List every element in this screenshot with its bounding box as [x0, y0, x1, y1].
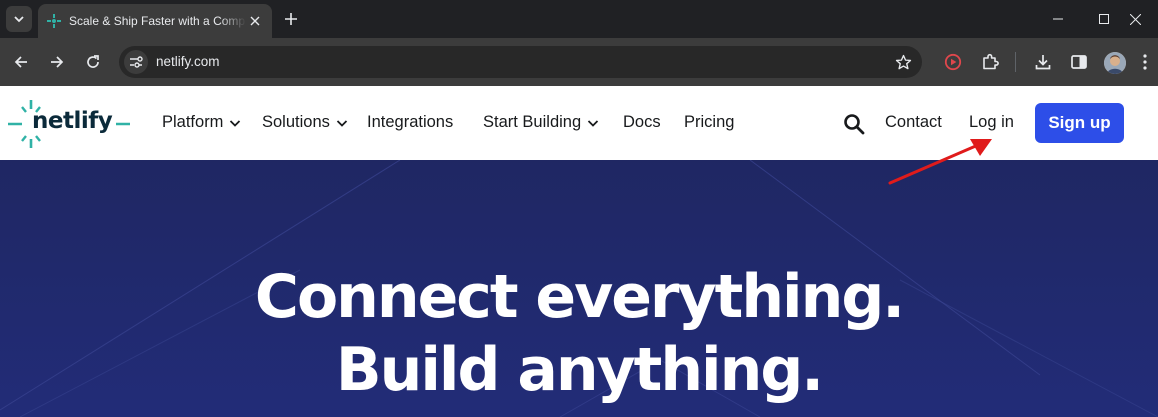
reload-icon	[87, 55, 99, 68]
nav-pricing-label: Pricing	[684, 113, 735, 131]
bookmark-button[interactable]	[892, 51, 914, 73]
site-info-button[interactable]	[124, 50, 148, 74]
extensions-button[interactable]	[976, 48, 1004, 76]
nav-platform-label: Platform	[162, 113, 224, 131]
browser-toolbar: netlify.com	[0, 38, 1158, 86]
chevron-down-icon	[230, 119, 241, 127]
chevron-down-icon	[336, 119, 348, 127]
nav-docs[interactable]: Docs	[623, 113, 661, 132]
bookmark-star-icon	[895, 54, 911, 69]
record-icon	[944, 53, 962, 71]
nav-docs-label: Docs	[623, 113, 661, 131]
login-label: Log in	[969, 113, 1014, 131]
window-close-button[interactable]	[1112, 0, 1158, 38]
netlify-logo[interactable]: netlify	[8, 100, 134, 148]
nav-start-building[interactable]: Start Building	[483, 113, 599, 132]
nav-solutions[interactable]: Solutions	[262, 113, 348, 132]
browser-menu-button[interactable]	[1131, 48, 1158, 76]
side-panel-icon	[1071, 55, 1087, 69]
profile-avatar[interactable]	[1104, 52, 1126, 74]
site-search-button[interactable]	[843, 113, 865, 135]
logo-text: netlify	[32, 108, 113, 134]
window-close-icon	[1129, 13, 1141, 25]
plus-icon	[285, 13, 297, 25]
signup-label: Sign up	[1048, 113, 1111, 132]
address-bar[interactable]: netlify.com	[119, 46, 922, 78]
netlify-favicon-icon	[47, 14, 61, 28]
downloads-button[interactable]	[1029, 48, 1057, 76]
nav-solutions-label: Solutions	[262, 113, 330, 131]
nav-pricing[interactable]: Pricing	[684, 113, 734, 132]
login-link[interactable]: Log in	[969, 113, 1014, 132]
site-navbar: netlify Platform Solutions Integrations …	[0, 86, 1158, 160]
back-icon	[14, 56, 27, 68]
extensions-icon	[983, 53, 999, 70]
menu-icon	[1143, 54, 1147, 70]
new-tab-button[interactable]	[280, 8, 302, 30]
tab-title: Scale & Ship Faster with a Composable We…	[69, 14, 246, 28]
site-info-icon	[130, 56, 143, 68]
tab-close-button[interactable]	[246, 12, 264, 30]
record-extension-button[interactable]	[939, 48, 967, 76]
toolbar-separator	[1015, 52, 1016, 72]
forward-button[interactable]	[43, 48, 71, 76]
nav-start-building-label: Start Building	[483, 113, 582, 131]
netlify-page: netlify Platform Solutions Integrations …	[0, 86, 1158, 417]
tab-search-icon	[14, 16, 24, 23]
download-icon	[1035, 55, 1051, 70]
back-button[interactable]	[7, 48, 35, 76]
hero-headline-line1: Connect everything.	[254, 262, 905, 332]
tab-strip: Scale & Ship Faster with a Composable We…	[0, 0, 1158, 38]
minimize-button[interactable]	[1035, 0, 1081, 38]
side-panel-button[interactable]	[1065, 48, 1093, 76]
nav-contact[interactable]: Contact	[885, 113, 942, 132]
chevron-down-icon	[588, 119, 599, 127]
reload-button[interactable]	[79, 48, 107, 76]
search-icon	[844, 114, 865, 135]
close-icon	[250, 16, 260, 26]
minimize-icon	[1053, 18, 1063, 20]
hero-section: Connect everything. Build anything.	[0, 160, 1158, 417]
nav-contact-label: Contact	[885, 113, 942, 131]
forward-icon	[51, 56, 64, 68]
nav-platform[interactable]: Platform	[162, 113, 241, 132]
nav-integrations-label: Integrations	[367, 113, 454, 131]
hero-headline-line2: Build anything.	[335, 335, 824, 405]
signup-button[interactable]: Sign up	[1035, 103, 1124, 143]
maximize-icon	[1099, 14, 1109, 24]
nav-integrations[interactable]: Integrations	[367, 113, 453, 132]
url-text: netlify.com	[156, 54, 220, 69]
active-tab[interactable]: Scale & Ship Faster with a Composable We…	[38, 4, 272, 38]
tab-search-button[interactable]	[6, 6, 32, 32]
